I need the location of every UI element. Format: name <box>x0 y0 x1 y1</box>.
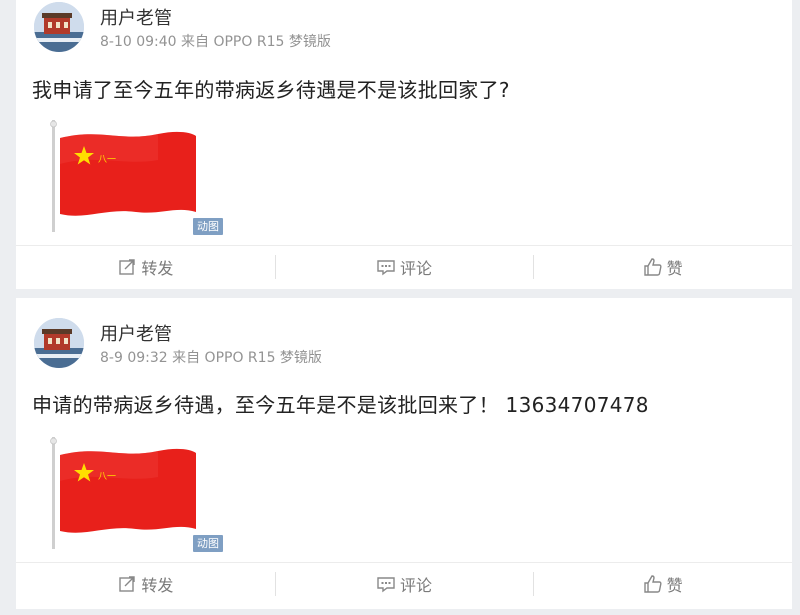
gif-badge: 动图 <box>193 535 223 552</box>
repost-icon <box>119 576 136 592</box>
gif-badge: 动图 <box>193 218 223 235</box>
like-label: 赞 <box>666 259 683 278</box>
svg-text:八一: 八一 <box>98 155 116 165</box>
comment-button[interactable]: 评论 <box>274 255 534 279</box>
repost-label: 转发 <box>141 576 174 595</box>
post-card: 用户老管 8-10 09:40 来自 OPPO R15 梦镜版 我申请了至今五年… <box>16 0 792 289</box>
like-icon <box>643 258 662 276</box>
like-label: 赞 <box>666 576 683 595</box>
comment-icon <box>377 577 395 593</box>
action-bar: 转发 评论 赞 <box>16 245 792 288</box>
avatar-image <box>34 2 84 52</box>
avatar[interactable] <box>34 2 84 52</box>
comment-icon <box>377 260 395 276</box>
like-icon <box>643 575 662 593</box>
username[interactable]: 用户老管 <box>100 4 172 30</box>
username[interactable]: 用户老管 <box>100 320 172 346</box>
avatar-image <box>34 318 84 368</box>
repost-button[interactable]: 转发 <box>16 572 275 596</box>
comment-label: 评论 <box>400 259 433 278</box>
like-button[interactable]: 赞 <box>533 255 792 279</box>
repost-icon <box>119 259 136 275</box>
post-text: 申请的带病返乡待遇，至今五年是不是该批回来了！ 13634707478 <box>32 393 649 417</box>
svg-text:八一: 八一 <box>98 472 116 482</box>
post-meta: 8-9 09:32 来自 OPPO R15 梦镜版 <box>100 350 322 366</box>
comment-label: 评论 <box>400 576 433 595</box>
comment-button[interactable]: 评论 <box>274 572 534 596</box>
post-meta: 8-10 09:40 来自 OPPO R15 梦镜版 <box>100 34 331 50</box>
like-button[interactable]: 赞 <box>533 572 792 596</box>
repost-button[interactable]: 转发 <box>16 255 275 279</box>
avatar[interactable] <box>34 318 84 368</box>
post-text: 我申请了至今五年的带病返乡待遇是不是该批回家了? <box>32 78 510 102</box>
weibo-feed: 用户老管 8-10 09:40 来自 OPPO R15 梦镜版 我申请了至今五年… <box>0 0 800 615</box>
repost-label: 转发 <box>141 259 174 278</box>
post-card: 用户老管 8-9 09:32 来自 OPPO R15 梦镜版 申请的带病返乡待遇… <box>16 298 792 609</box>
action-bar: 转发 评论 赞 <box>16 562 792 605</box>
